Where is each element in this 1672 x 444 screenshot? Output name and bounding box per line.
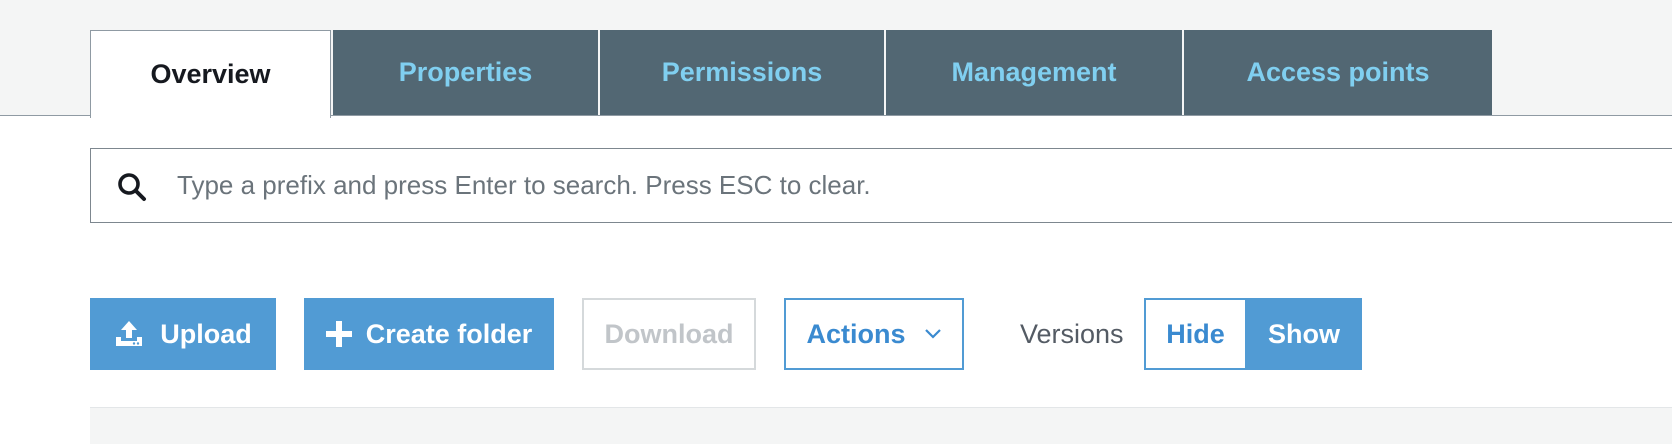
tab-access-points[interactable]: Access points bbox=[1184, 30, 1492, 115]
upload-icon bbox=[114, 319, 144, 349]
tab-overview[interactable]: Overview bbox=[90, 30, 331, 118]
versions-hide-button[interactable]: Hide bbox=[1144, 298, 1247, 370]
versions-show-button[interactable]: Show bbox=[1246, 298, 1362, 370]
search-box bbox=[90, 148, 1672, 223]
versions-label: Versions bbox=[1020, 318, 1124, 349]
versions-show-label: Show bbox=[1268, 318, 1340, 349]
create-folder-label: Create folder bbox=[365, 318, 533, 349]
chevron-down-icon bbox=[924, 328, 942, 340]
actions-label: Actions bbox=[806, 318, 906, 349]
tab-label: Permissions bbox=[661, 57, 823, 87]
tab-label: Access points bbox=[1246, 57, 1430, 87]
tab-label: Properties bbox=[398, 57, 533, 87]
create-folder-button[interactable]: Create folder bbox=[304, 298, 554, 370]
plus-icon bbox=[325, 321, 352, 347]
tab-properties[interactable]: Properties bbox=[333, 30, 598, 115]
upload-button[interactable]: Upload bbox=[90, 298, 276, 370]
tab-label: Management bbox=[951, 57, 1117, 87]
actions-dropdown[interactable]: Actions bbox=[784, 298, 964, 370]
object-list-panel bbox=[90, 407, 1672, 444]
search-input[interactable] bbox=[177, 149, 1577, 221]
download-button[interactable]: Download bbox=[582, 298, 756, 370]
download-label: Download bbox=[604, 318, 734, 349]
upload-label: Upload bbox=[160, 318, 252, 349]
search-icon[interactable] bbox=[117, 172, 147, 202]
tab-management[interactable]: Management bbox=[886, 30, 1182, 115]
tab-permissions[interactable]: Permissions bbox=[600, 30, 884, 115]
tab-label: Overview bbox=[150, 59, 271, 89]
versions-hide-label: Hide bbox=[1166, 318, 1225, 349]
